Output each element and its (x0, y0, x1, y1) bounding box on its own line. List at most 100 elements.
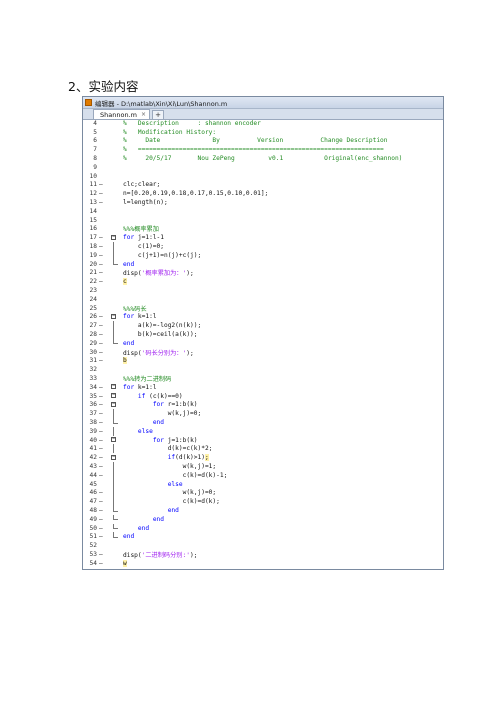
breakpoint-marker[interactable]: — (97, 401, 109, 408)
code-line[interactable]: 26— − for k=1:l (83, 313, 443, 322)
breakpoint-marker[interactable]: — (97, 313, 109, 320)
breakpoint-marker[interactable]: — (97, 340, 109, 347)
fold-toggle-icon[interactable]: − (109, 436, 123, 445)
code-line[interactable]: 16 %%%概率累加 (83, 225, 443, 233)
code-line[interactable]: 6 % Date By Version Change Description (83, 137, 443, 146)
code-line[interactable]: 13— l=length(n); (83, 198, 443, 207)
fold-gutter (109, 374, 123, 383)
code-line[interactable]: 46— w(k,j)=0; (83, 488, 443, 498)
fold-toggle-icon[interactable]: − (109, 383, 123, 392)
code-line[interactable]: 11— clc;clear; (83, 181, 443, 190)
code-line[interactable]: 17— − for j=1:l-1 (83, 233, 443, 242)
code-line[interactable]: 29— end (83, 338, 443, 348)
code-line[interactable]: 19— c(j+1)=n(j)+c(j); (83, 250, 443, 260)
breakpoint-marker[interactable]: — (97, 472, 109, 479)
breakpoint-marker[interactable]: — (97, 498, 109, 505)
code-line[interactable]: 28— b(k)=ceil(a(k)); (83, 330, 443, 339)
fold-toggle-icon[interactable]: − (109, 453, 123, 462)
breakpoint-marker[interactable]: — (97, 252, 109, 259)
code-line[interactable]: 38— end (83, 418, 443, 427)
breakpoint-marker[interactable]: — (97, 507, 109, 514)
code-line[interactable]: 8 % 20/5/17 Nou ZePeng v0.1 Original(enc_… (83, 154, 443, 163)
breakpoint-marker[interactable]: — (97, 349, 109, 356)
fold-toggle-icon[interactable]: − (109, 313, 123, 322)
code-line[interactable]: 31— b (83, 357, 443, 366)
code-line[interactable]: 9 (83, 163, 443, 172)
code-line[interactable]: 34— − for k=1:l (83, 383, 443, 392)
code-line[interactable]: 49— end (83, 514, 443, 524)
breakpoint-marker[interactable]: — (97, 234, 109, 241)
code-line[interactable]: 54— w (83, 559, 443, 568)
code-line[interactable]: 42— − if(d(k)>1); (83, 453, 443, 462)
breakpoint-marker[interactable]: — (97, 454, 109, 461)
code-line[interactable]: 37— w(k,j)=0; (83, 409, 443, 419)
fold-gutter (109, 137, 123, 146)
breakpoint-marker[interactable]: — (97, 269, 109, 276)
breakpoint-marker[interactable]: — (97, 428, 109, 435)
code-line[interactable]: 30— disp('码长分别为：'); (83, 348, 443, 357)
breakpoint-marker[interactable]: — (97, 261, 109, 268)
code-line[interactable]: 36— − for r=1:b(k) (83, 401, 443, 410)
breakpoint-marker[interactable]: — (97, 331, 109, 338)
fold-toggle-icon[interactable]: − (109, 401, 123, 410)
breakpoint-marker[interactable]: — (97, 525, 109, 532)
code-line[interactable]: 15 (83, 216, 443, 225)
code-line[interactable]: 21— disp('概率累加为：'); (83, 269, 443, 278)
tab-shannon-m[interactable]: Shannon.m × (93, 109, 150, 119)
new-tab-button[interactable]: + (152, 110, 164, 119)
code-line[interactable]: 12— n=[0.20,0.19,0.18,0.17,0.15,0.10,0.01… (83, 189, 443, 198)
code-line[interactable]: 25 %%%码长 (83, 304, 443, 313)
breakpoint-marker[interactable]: — (97, 560, 109, 567)
code-token: (d(k)>1) (175, 454, 205, 462)
code-line[interactable]: 4 % Description : shannon encoder (83, 119, 443, 128)
code-line[interactable]: 32 (83, 365, 443, 374)
breakpoint-marker[interactable]: — (97, 199, 109, 206)
breakpoint-marker[interactable]: — (97, 278, 109, 285)
breakpoint-marker[interactable]: — (97, 190, 109, 197)
breakpoint-marker[interactable]: — (97, 551, 109, 558)
breakpoint-marker[interactable]: — (97, 384, 109, 391)
code-line[interactable]: 14 (83, 207, 443, 216)
code-line[interactable]: 50— end (83, 523, 443, 533)
breakpoint-marker[interactable]: — (97, 419, 109, 426)
code-line[interactable]: 35— − if (c(k)==0) (83, 392, 443, 401)
code-line[interactable]: 18— c(1)=0; (83, 242, 443, 251)
code-editor[interactable]: 4 % Description : shannon encoder 5 % Modif… (83, 119, 443, 569)
breakpoint-marker[interactable]: — (97, 181, 109, 188)
close-icon[interactable]: × (141, 111, 146, 118)
code-line[interactable]: 33 %%%转为二进制码 (83, 374, 443, 383)
breakpoint-marker[interactable]: — (97, 410, 109, 417)
breakpoint-marker[interactable]: — (97, 489, 109, 496)
code-line[interactable]: 23 (83, 286, 443, 295)
breakpoint-marker[interactable]: — (97, 516, 109, 523)
code-line[interactable]: 7 % =====================================… (83, 145, 443, 154)
code-line[interactable]: 48— end (83, 506, 443, 515)
breakpoint-marker[interactable]: — (97, 463, 109, 470)
fold-toggle-icon[interactable]: − (109, 392, 123, 401)
code-line[interactable]: 44— c(k)=d(k)-1; (83, 470, 443, 480)
breakpoint-marker[interactable]: — (97, 357, 109, 364)
code-line[interactable]: 5 % Modification History: (83, 128, 443, 137)
code-line[interactable]: 43— w(k,j)=1; (83, 462, 443, 471)
code-line[interactable]: 47— c(k)=d(k); (83, 497, 443, 507)
code-line[interactable]: 24 (83, 295, 443, 304)
fold-gutter (109, 269, 123, 278)
breakpoint-marker[interactable]: — (97, 533, 109, 540)
code-line[interactable]: 27— a(k)=-log2(n(k)); (83, 321, 443, 331)
code-line[interactable]: 10 (83, 172, 443, 181)
code-line[interactable]: 22— c (83, 277, 443, 286)
code-line[interactable]: 45 else (83, 479, 443, 489)
breakpoint-marker[interactable]: — (97, 393, 109, 400)
code-line[interactable]: 53— disp('二进制码分别:'); (83, 550, 443, 559)
breakpoint-marker[interactable]: — (97, 437, 109, 444)
code-line[interactable]: 20— end (83, 259, 443, 269)
fold-toggle-icon[interactable]: − (109, 233, 123, 242)
code-line[interactable]: 39— else (83, 426, 443, 436)
breakpoint-marker[interactable]: — (97, 445, 109, 452)
code-line[interactable]: 52 (83, 541, 443, 550)
code-line[interactable]: 40— − for j=1:b(k) (83, 436, 443, 445)
code-line[interactable]: 51— end (83, 532, 443, 541)
code-line[interactable]: 41— d(k)=c(k)*2; (83, 444, 443, 454)
breakpoint-marker[interactable]: — (97, 322, 109, 329)
breakpoint-marker[interactable]: — (97, 243, 109, 250)
